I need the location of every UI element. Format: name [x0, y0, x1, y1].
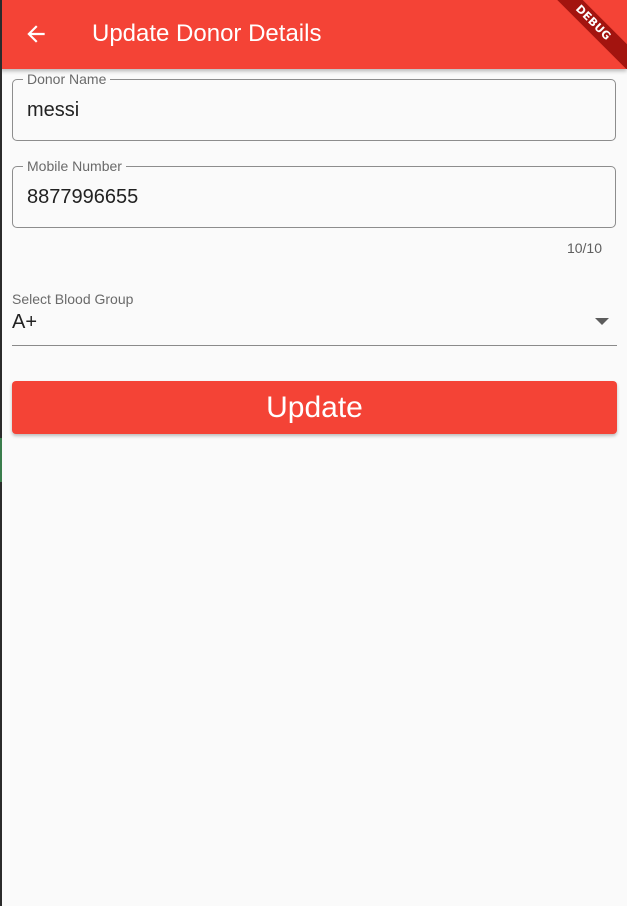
blood-group-selected-value[interactable]: A+	[12, 310, 37, 334]
mobile-number-label: Mobile Number	[23, 158, 126, 174]
mobile-number-counter: 10/10	[566, 240, 602, 256]
blood-group-label: Select Blood Group	[12, 291, 134, 307]
donor-name-label: Donor Name	[23, 71, 111, 87]
mobile-number-value[interactable]: 8877996655	[27, 185, 138, 209]
page-title: Update Donor Details	[92, 20, 322, 47]
blood-group-dropdown[interactable]: Select Blood Group A+	[12, 289, 617, 347]
arrow-back-icon	[27, 25, 45, 43]
window-left-edge-accent	[0, 438, 2, 482]
debug-banner: DEBUG	[537, 0, 627, 69]
app-bar: Update Donor Details DEBUG	[0, 0, 627, 69]
mobile-number-field[interactable]: Mobile Number 8877996655	[12, 158, 616, 228]
donor-name-field[interactable]: Donor Name messi	[12, 71, 616, 141]
donor-name-value[interactable]: messi	[27, 98, 79, 122]
blood-group-underline	[12, 345, 617, 347]
update-button[interactable]: Update	[12, 381, 617, 434]
dropdown-arrow-icon[interactable]	[595, 318, 609, 325]
back-button[interactable]	[14, 12, 58, 56]
